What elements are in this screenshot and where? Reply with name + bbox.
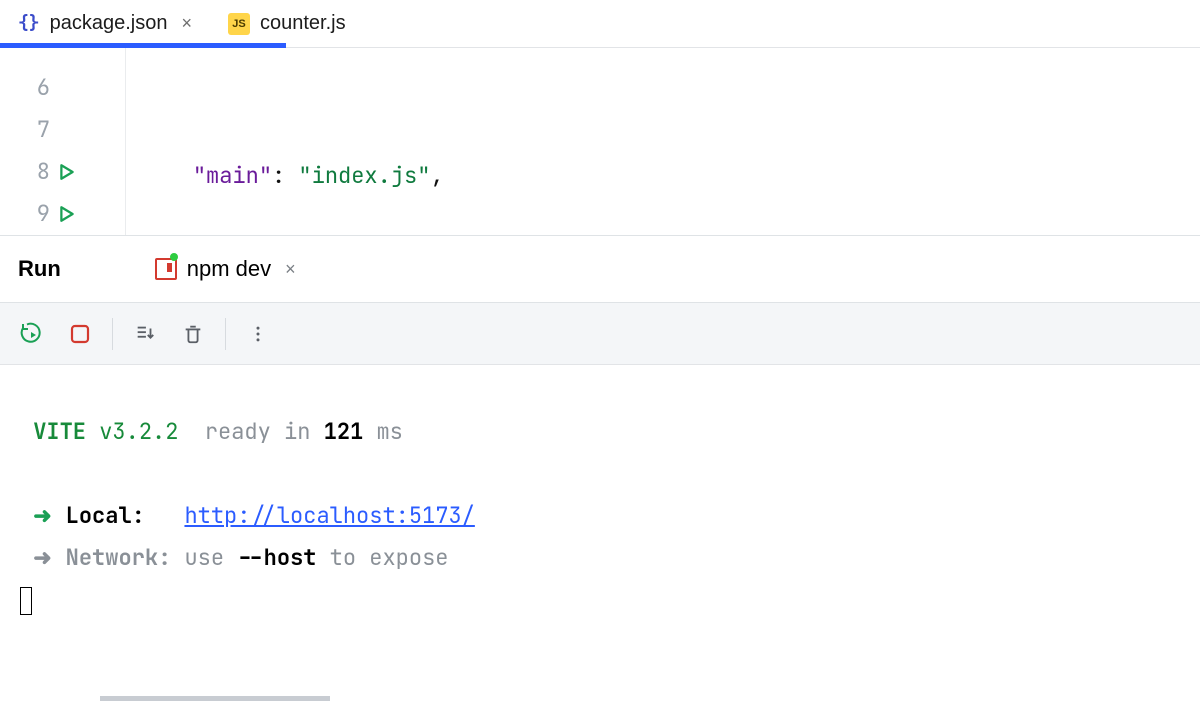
console-line: VITE v3.2.2 ready in 121 ms	[20, 411, 1200, 453]
run-icon[interactable]	[58, 205, 76, 223]
line-number: 6	[22, 73, 50, 102]
arrow-icon: ➜	[33, 501, 65, 530]
separator	[112, 318, 113, 350]
run-console[interactable]: VITE v3.2.2 ready in 121 ms ➜Local: http…	[0, 365, 1200, 700]
separator	[225, 318, 226, 350]
scroll-to-end-button[interactable]	[123, 312, 167, 356]
close-icon[interactable]: ×	[281, 257, 300, 282]
editor-tab-bar: {} package.json × JS counter.js	[0, 0, 1200, 48]
tab-indicator	[0, 43, 1200, 48]
tab-indicator	[100, 696, 330, 701]
line-number: 7	[22, 115, 50, 144]
more-button[interactable]	[236, 312, 280, 356]
code-content[interactable]: "main": "index.js", "scripts": { "dev": …	[126, 48, 536, 235]
editor-gutter: 6 7 8 9	[0, 48, 126, 235]
npm-icon	[155, 258, 177, 280]
js-file-icon: JS	[228, 13, 250, 35]
run-toolbar	[0, 303, 1200, 365]
run-tab-label: npm dev	[187, 256, 271, 282]
editor[interactable]: 6 7 8 9 "main": "index.js", "scripts": {…	[0, 48, 1200, 235]
run-icon[interactable]	[58, 163, 76, 181]
local-url-link[interactable]: http://localhost:5173/	[184, 501, 474, 530]
gutter-line: 9	[0, 193, 125, 235]
run-tab-npm-dev[interactable]: npm dev ×	[143, 236, 312, 302]
editor-tab-label: counter.js	[260, 12, 346, 35]
run-title: Run	[18, 256, 61, 282]
json-file-icon: {}	[18, 12, 40, 35]
console-line: ➜Local: http://localhost:5173/	[20, 495, 1200, 537]
line-number: 8	[22, 157, 50, 186]
stop-button[interactable]	[58, 312, 102, 356]
gutter-line: 8	[0, 151, 125, 193]
running-indicator-icon	[170, 253, 178, 261]
rerun-button[interactable]	[10, 312, 54, 356]
arrow-icon: ➜	[33, 543, 65, 572]
gutter-line: 6	[0, 66, 125, 108]
run-tool-window-header: Run npm dev ×	[0, 235, 1200, 303]
vite-banner: VITE	[33, 417, 86, 446]
clear-button[interactable]	[171, 312, 215, 356]
close-icon[interactable]: ×	[177, 11, 196, 36]
editor-tab-counter-js[interactable]: JS counter.js	[210, 0, 360, 47]
editor-tab-package-json[interactable]: {} package.json ×	[0, 0, 210, 47]
editor-tab-label: package.json	[50, 12, 168, 35]
cursor-icon	[20, 587, 32, 615]
gutter-line: 7	[0, 108, 125, 150]
line-number: 9	[22, 199, 50, 228]
console-line: ➜Network: use --host to expose	[20, 537, 1200, 579]
